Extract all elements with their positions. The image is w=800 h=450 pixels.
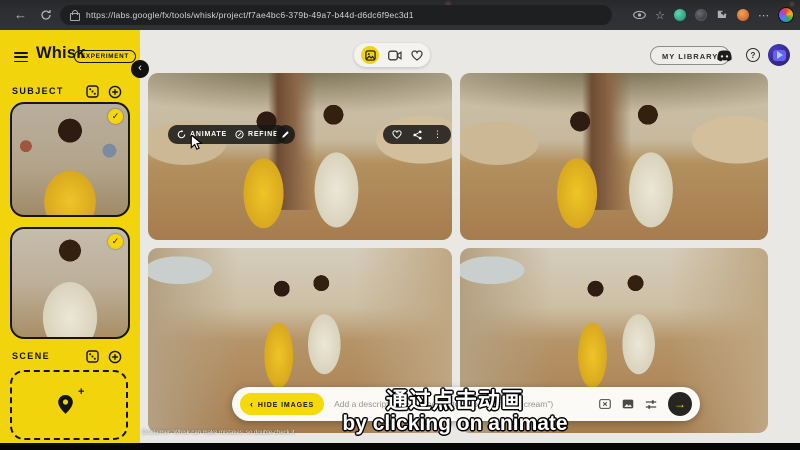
browser-actions: ☆ ⋯ (633, 0, 794, 30)
profile-avatar[interactable] (768, 44, 790, 66)
generated-image-1[interactable]: ANIMATE REFINE (148, 73, 452, 240)
animate-cycle-icon (177, 130, 186, 139)
animate-button[interactable]: ANIMATE (177, 130, 227, 139)
lock-icon (70, 13, 80, 21)
subject-thumbnail-man[interactable]: ✓ (10, 227, 130, 339)
browser-chrome: ← https://labs.google/fx/tools/whisk/pro… (0, 0, 800, 30)
browser-address-bar[interactable]: https://labs.google/fx/tools/whisk/proje… (60, 5, 612, 25)
animate-label: ANIMATE (190, 131, 227, 138)
video-mode-button[interactable] (388, 50, 402, 61)
screen: ← https://labs.google/fx/tools/whisk/pro… (0, 0, 800, 450)
image-action-pill: ANIMATE REFINE (168, 125, 287, 144)
subject-section-header: SUBJECT (0, 85, 140, 99)
canvas-area: MY LIBRARY ? ANIMATE (140, 30, 800, 443)
help-icon[interactable]: ? (746, 48, 760, 62)
video-camera-icon (388, 50, 402, 61)
image-media-pill: ⋮ (383, 125, 451, 144)
location-pin-icon (57, 394, 74, 420)
menu-hamburger-icon[interactable] (14, 52, 28, 63)
browser-profile-avatar[interactable] (778, 7, 794, 23)
scene-reroll-dice-icon[interactable] (86, 350, 100, 364)
share-icon (413, 130, 422, 140)
selected-check-icon: ✓ (108, 109, 123, 124)
browser-refresh-button[interactable] (40, 8, 52, 26)
more-options-button[interactable]: ⋮ (433, 130, 442, 139)
refine-label: REFINE (248, 131, 278, 138)
generated-image-2[interactable] (460, 73, 768, 240)
favorites-button[interactable] (411, 50, 423, 61)
subject-label: SUBJECT (12, 86, 64, 96)
scene-add-icon[interactable] (108, 350, 122, 364)
scene-label: SCENE (12, 351, 50, 361)
url-text: https://labs.google/fx/tools/whisk/proje… (86, 10, 414, 20)
browser-back-button[interactable]: ← (14, 8, 27, 21)
bottom-letterbox (0, 443, 800, 450)
subject-add-icon[interactable] (108, 85, 122, 99)
bookmark-star-icon[interactable]: ☆ (655, 9, 665, 22)
whisk-app: Whisk EXPERIMENT ‹ SUBJECT ✓ ✓ SCENE (0, 30, 800, 443)
avatar-logo (773, 50, 786, 61)
browser-menu-icon[interactable]: ⋯ (758, 9, 769, 22)
extensions-puzzle-icon[interactable] (716, 9, 728, 21)
scene-section-header: SCENE (0, 350, 140, 364)
image-icon (365, 50, 376, 61)
scene-add-plus: + (78, 386, 84, 398)
favorite-button[interactable] (392, 130, 402, 139)
extension-icon-green[interactable] (674, 9, 686, 21)
refresh-icon (40, 9, 52, 21)
subject-thumbnail-woman[interactable]: ✓ (10, 102, 130, 217)
heart-icon (392, 130, 402, 139)
discord-icon[interactable] (716, 50, 733, 68)
sidebar-collapse-button[interactable]: ‹ (131, 60, 149, 78)
image-mode-button[interactable] (361, 46, 379, 64)
refine-button[interactable]: REFINE (235, 130, 278, 139)
mode-toolbar (354, 43, 430, 67)
share-button[interactable] (413, 130, 422, 140)
extension-icon-orange[interactable] (737, 9, 749, 21)
subject-reroll-dice-icon[interactable] (86, 85, 100, 99)
edit-pen-button[interactable] (276, 125, 295, 144)
extension-icon-dark[interactable] (695, 9, 707, 21)
experiment-badge: EXPERIMENT (74, 50, 136, 63)
heart-icon (411, 50, 423, 61)
reader-eye-icon[interactable] (633, 10, 646, 20)
subtitle-chinese: 通过点击动画 (100, 383, 800, 415)
refine-icon (235, 130, 244, 139)
selected-check-icon: ✓ (108, 234, 123, 249)
pen-icon (281, 130, 290, 139)
subtitle-english: by clicking on animate (100, 412, 800, 436)
sidebar: Whisk EXPERIMENT ‹ SUBJECT ✓ ✓ SCENE (0, 30, 140, 443)
